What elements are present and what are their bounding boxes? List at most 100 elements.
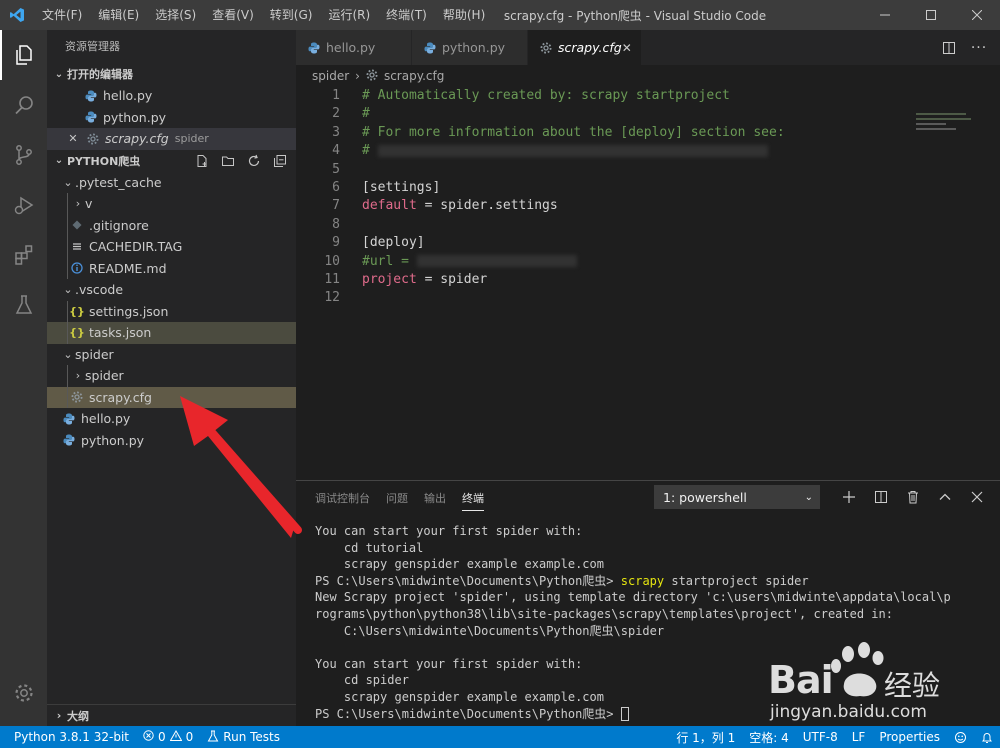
menu-run[interactable]: 运行(R) [320, 0, 378, 30]
indentation[interactable]: 空格: 4 [742, 729, 796, 746]
tree-folder[interactable]: ⌄ .vscode [47, 279, 296, 301]
settings-gear-icon[interactable] [0, 668, 47, 718]
open-editor-item[interactable]: hello.py [47, 85, 296, 107]
code-line: 8 [332, 216, 340, 232]
tree-file[interactable]: hello.py [47, 408, 296, 430]
tab-hello-py[interactable]: hello.py [296, 30, 412, 65]
breadcrumb-file[interactable]: scrapy.cfg [384, 69, 444, 83]
new-folder-icon[interactable] [218, 154, 238, 168]
end-of-line[interactable]: LF [845, 730, 873, 744]
tree-file[interactable]: {} settings.json [47, 300, 296, 322]
tab-python-py[interactable]: python.py [412, 30, 528, 65]
split-terminal-icon[interactable] [868, 490, 894, 504]
tab-debug-console[interactable]: 调试控制台 [315, 490, 370, 506]
language-mode[interactable]: Properties [872, 730, 947, 744]
outline-header[interactable]: › 大纲 [47, 704, 296, 726]
sidebar-title: 资源管理器 [65, 40, 120, 53]
extensions-icon[interactable] [0, 230, 47, 280]
new-file-icon[interactable] [192, 154, 212, 168]
close-window-button[interactable] [954, 0, 1000, 30]
source-control-icon[interactable] [0, 130, 47, 180]
close-icon[interactable]: ✕ [65, 132, 81, 145]
search-icon[interactable] [0, 80, 47, 130]
git-diamond-icon [69, 220, 85, 230]
minimize-button[interactable] [862, 0, 908, 30]
tree-file-selected[interactable]: scrapy.cfg [47, 386, 296, 408]
collapse-all-icon[interactable] [270, 154, 290, 168]
encoding[interactable]: UTF-8 [796, 730, 845, 744]
tree-folder[interactable]: ⌄ .pytest_cache [47, 172, 296, 194]
json-braces-icon: {} [69, 326, 85, 340]
minimap[interactable] [916, 110, 986, 150]
project-header[interactable]: ⌄ PYTHON爬虫 [47, 150, 296, 172]
tab-output[interactable]: 输出 [424, 490, 446, 506]
code-line: 12 [324, 290, 340, 306]
feedback-icon[interactable] [947, 731, 974, 744]
testing-flask-icon[interactable] [0, 280, 47, 330]
gear-file-icon [540, 42, 552, 54]
gear-file-icon [366, 69, 378, 84]
menu-view[interactable]: 查看(V) [204, 0, 262, 30]
chevron-down-icon: ⌄ [63, 283, 73, 297]
menu-bar: 文件(F) 编辑(E) 选择(S) 查看(V) 转到(G) 运行(R) 终端(T… [34, 0, 493, 30]
menu-file[interactable]: 文件(F) [34, 0, 90, 30]
cursor-position[interactable]: 行 1，列 1 [669, 729, 742, 746]
open-editors-header[interactable]: ⌄ 打开的编辑器 [47, 63, 296, 85]
run-tests-button[interactable]: Run Tests [200, 730, 287, 745]
code-line: 3 # For more information about the [deplo… [332, 124, 785, 140]
code-line: 6 [settings] [332, 179, 441, 195]
tree-file[interactable]: README.md [47, 257, 296, 279]
explorer-icon[interactable] [0, 30, 47, 80]
tree-folder[interactable]: › spider [47, 365, 296, 387]
text-lines-icon [69, 242, 85, 252]
tree-file[interactable]: python.py [47, 430, 296, 452]
open-editors-label: 打开的编辑器 [67, 68, 133, 81]
tree-file[interactable]: {} tasks.json [47, 322, 296, 344]
menu-terminal[interactable]: 终端(T) [378, 0, 435, 30]
terminal-output[interactable]: You can start your first spider with: cd… [296, 515, 1000, 722]
close-panel-icon[interactable] [964, 491, 990, 503]
code-line: 1 # Automatically created by: scrapy star… [332, 88, 730, 103]
redacted-url [416, 255, 577, 268]
refresh-icon[interactable] [244, 154, 264, 168]
maximize-button[interactable] [908, 0, 954, 30]
python-file-icon [424, 42, 436, 54]
trash-icon[interactable] [900, 490, 926, 504]
open-editor-item[interactable]: python.py [47, 107, 296, 129]
chevron-down-icon: ⌄ [54, 155, 64, 166]
code-editor[interactable]: 1 # Automatically created by: scrapy star… [296, 87, 1000, 308]
open-editor-item-active[interactable]: ✕ scrapy.cfg spider [47, 128, 296, 150]
error-icon [143, 730, 154, 744]
chevron-right-icon: › [75, 197, 81, 211]
tree-file[interactable]: CACHEDIR.TAG [47, 236, 296, 258]
breadcrumb-folder[interactable]: spider [312, 69, 349, 83]
tab-scrapy-cfg[interactable]: scrapy.cfg ✕ [528, 30, 642, 65]
terminal-cursor [620, 707, 629, 722]
tree-folder[interactable]: ⌄ spider [47, 344, 296, 366]
tab-terminal[interactable]: 终端 [462, 490, 484, 511]
tree-folder[interactable]: › v [47, 193, 296, 215]
close-tab-icon[interactable]: ✕ [622, 41, 632, 55]
gear-file-icon [85, 133, 101, 145]
menu-go[interactable]: 转到(G) [262, 0, 321, 30]
chevron-right-icon: › [75, 369, 81, 383]
breadcrumb: spider › scrapy.cfg [296, 65, 1000, 87]
new-terminal-plus-icon[interactable] [836, 490, 862, 504]
run-debug-icon[interactable] [0, 180, 47, 230]
menu-edit[interactable]: 编辑(E) [90, 0, 147, 30]
problems-status[interactable]: 0 0 [136, 730, 200, 744]
python-interpreter[interactable]: Python 3.8.1 32-bit [0, 730, 136, 744]
explorer-sidebar: 资源管理器 ⌄ 打开的编辑器 hello.py python.py ✕ scra… [47, 30, 296, 726]
redacted-url [377, 144, 768, 157]
more-actions-icon[interactable]: ··· [966, 40, 992, 56]
json-braces-icon: {} [69, 304, 85, 318]
terminal-select[interactable]: 1: powershell ⌄ [654, 485, 820, 509]
menu-help[interactable]: 帮助(H) [435, 0, 493, 30]
tab-problems[interactable]: 问题 [386, 490, 408, 506]
split-editor-icon[interactable] [936, 41, 962, 55]
maximize-panel-chevron-up-icon[interactable] [932, 490, 958, 504]
notifications-bell-icon[interactable] [974, 731, 1000, 744]
menu-selection[interactable]: 选择(S) [147, 0, 204, 30]
code-line: 9 [deploy] [332, 235, 425, 251]
tree-file[interactable]: .gitignore [47, 214, 296, 236]
